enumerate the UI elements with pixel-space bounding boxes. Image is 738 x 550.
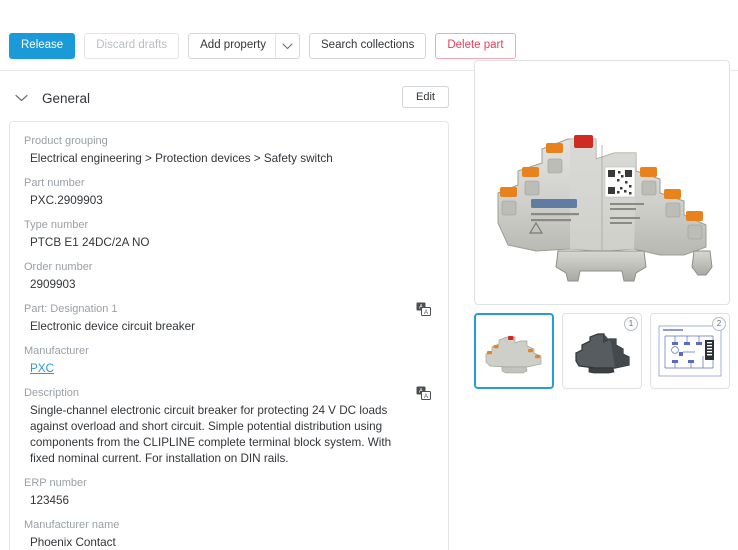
field-label: Manufacturer [24,344,434,359]
translation-icon[interactable]: AA [416,302,432,318]
media-panel: 12 [474,60,730,389]
field-label: Description [24,386,434,401]
thumbnail-3[interactable]: 2 [650,313,730,389]
field-value: Electronic device circuit breaker [24,319,434,335]
field-part-designation-1: Part: Designation 1 Electronic device cir… [24,302,434,335]
field-product-grouping: Product grouping Electrical engineering >… [24,134,434,167]
field-label: Type number [24,218,434,233]
add-property-label: Add property [189,34,275,58]
field-manufacturer-name: Manufacturer name Phoenix Contact [24,518,434,550]
field-type-number: Type number PTCB E1 24DC/2A NO [24,218,434,251]
search-collections-button[interactable]: Search collections [309,33,426,59]
release-button[interactable]: Release [9,33,75,59]
circuit-breaker-illustration [484,75,720,290]
chevron-down-icon[interactable] [275,34,299,58]
hero-image-content [475,61,729,304]
part-detail-page: Release Discard drafts Add property Sear… [0,0,738,550]
thumbnail-strip: 12 [474,313,730,389]
thumbnail-image [476,315,552,387]
field-value: Electrical engineering > Protection devi… [24,151,434,167]
action-toolbar: Release Discard drafts Add property Sear… [0,30,738,62]
field-value: 123456 [24,493,434,509]
chevron-down-icon[interactable] [15,94,33,102]
field-value[interactable]: PXC [24,361,434,377]
svg-text:A: A [424,310,428,316]
field-label: ERP number [24,476,434,491]
field-value: PTCB E1 24DC/2A NO [24,235,434,251]
general-section-header: General Edit [9,84,449,112]
field-value: Phoenix Contact [24,535,434,550]
field-value: PXC.2909903 [24,193,434,209]
field-description: Description Single-channel electronic cir… [24,386,434,467]
field-value: 2909903 [24,277,434,293]
thumbnail-badge: 2 [712,317,726,331]
manufacturer-link[interactable]: PXC [30,362,54,375]
field-order-number: Order number 2909903 [24,260,434,293]
field-label: Manufacturer name [24,518,434,533]
field-manufacturer: Manufacturer PXC [24,344,434,377]
field-part-number: Part number PXC.2909903 [24,176,434,209]
thumbnail-2[interactable]: 1 [562,313,642,389]
general-fields-card: Product grouping Electrical engineering >… [9,121,449,550]
field-label: Part number [24,176,434,191]
field-erp-number: ERP number 123456 [24,476,434,509]
field-label: Product grouping [24,134,434,149]
translation-icon[interactable]: AA [416,386,432,402]
field-label: Order number [24,260,434,275]
delete-part-button[interactable]: Delete part [435,33,515,59]
general-section: General Edit Product grouping Electrical … [9,84,449,550]
thumbnail-badge: 1 [624,317,638,331]
add-property-dropdown[interactable]: Add property [188,33,300,59]
page-title: General [42,91,90,106]
discard-drafts-button[interactable]: Discard drafts [84,33,179,59]
field-label: Part: Designation 1 [24,302,434,317]
thumbnail-1[interactable] [474,313,554,389]
svg-text:A: A [424,394,428,400]
hero-image[interactable] [474,60,730,305]
edit-button[interactable]: Edit [402,86,449,108]
field-value: Single-channel electronic circuit breake… [24,403,434,467]
